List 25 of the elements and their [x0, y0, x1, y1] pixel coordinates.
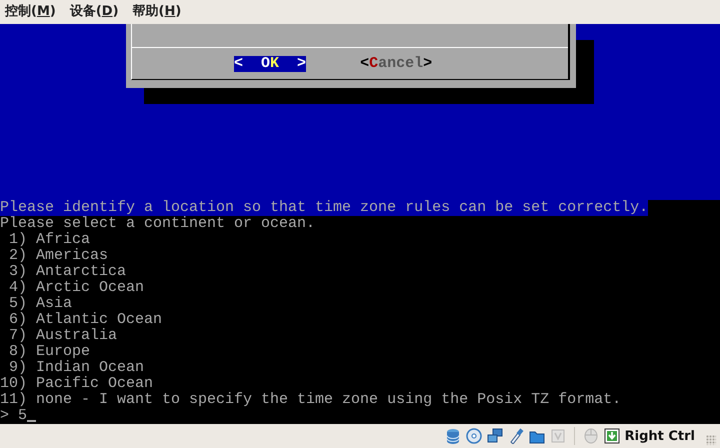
usb-icon[interactable] [508, 428, 524, 444]
terminal-line: 6) Atlantic Ocean [8, 312, 162, 328]
terminal-line: 9) Indian Ocean [8, 360, 144, 376]
network-icon[interactable] [486, 428, 503, 444]
disk-icon[interactable] [444, 428, 461, 444]
terminal-line: 7) Australia [8, 328, 118, 344]
terminal-line: 2) Americas [8, 248, 108, 264]
host-key-label: Right Ctrl [624, 428, 695, 444]
menu-item[interactable]: 控制(M) [5, 3, 56, 21]
resize-grip-icon[interactable] [706, 435, 716, 445]
menu-item[interactable]: 设备(D) [70, 3, 119, 21]
terminal-line: 1) Africa [8, 232, 90, 248]
terminal-line: Please select a continent or ocean. [0, 216, 316, 232]
terminal-line: 3) Antarctica [8, 264, 126, 280]
dialog-button[interactable]: < OK > [234, 56, 306, 72]
terminal-line: 5) Asia [8, 296, 72, 312]
terminal-line: 11) none - I want to specify the time zone using the Posix TZ format. [0, 392, 622, 408]
terminal-line: 8) Europe [8, 344, 90, 360]
dialog-button[interactable]: <Cancel> [360, 56, 432, 72]
terminal-line: 10) Pacific Ocean [0, 376, 154, 392]
text-cursor [27, 420, 36, 422]
terminal-line: 4) Arctic Ocean [8, 280, 144, 296]
disc-icon[interactable] [466, 428, 482, 444]
menu-item[interactable]: 帮助(H) [132, 3, 182, 21]
prompt-line: > 5 [0, 408, 28, 424]
